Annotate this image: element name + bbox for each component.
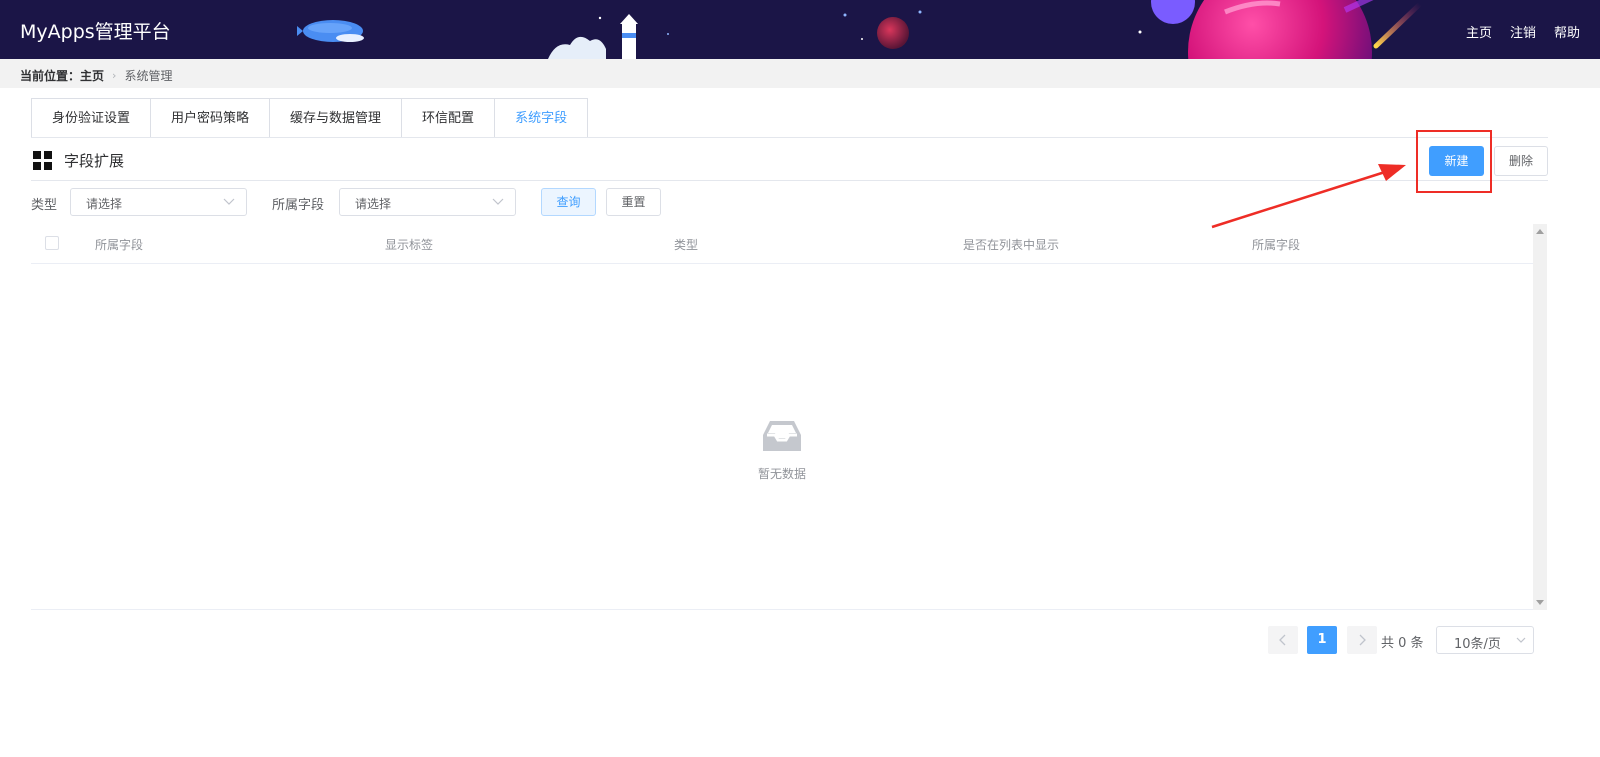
delete-button[interactable]: 删除 — [1494, 146, 1548, 176]
select-all-checkbox[interactable] — [45, 236, 59, 250]
chevron-right-icon: › — [112, 69, 117, 82]
type-filter-label: 类型 — [31, 198, 58, 213]
chevron-down-icon — [492, 198, 504, 205]
section-title: 字段扩展 — [64, 152, 125, 170]
column-header-field-2: 所属字段 — [1252, 238, 1301, 252]
prev-page-button[interactable] — [1268, 626, 1298, 654]
breadcrumb: 当前位置： 主页 › 系统管理 — [20, 67, 172, 84]
tab-password-policy[interactable]: 用户密码策略 — [150, 98, 270, 138]
nav-home-link[interactable]: 主页 — [1466, 22, 1492, 41]
chevron-down-icon — [1516, 637, 1526, 643]
page-size-value: 10条/页 — [1454, 637, 1501, 652]
section-divider — [31, 180, 1548, 181]
page-size-select[interactable]: 10条/页 — [1436, 626, 1534, 654]
column-header-field: 所属字段 — [95, 238, 144, 252]
type-select-placeholder: 请选择 — [86, 197, 123, 211]
scroll-up-arrow-icon[interactable] — [1536, 229, 1544, 234]
reset-button[interactable]: 重置 — [606, 188, 661, 216]
settings-tabs: 身份验证设置 用户密码策略 缓存与数据管理 环信配置 系统字段 — [31, 98, 589, 138]
inbox-icon — [763, 421, 801, 451]
section-header: 字段扩展 — [33, 150, 124, 171]
annotation-highlight-box — [1416, 130, 1492, 193]
column-header-type: 类型 — [674, 238, 699, 252]
tab-cache-data[interactable]: 缓存与数据管理 — [269, 98, 402, 138]
app-brand: MyApps管理平台 — [20, 21, 171, 43]
top-nav: 主页 注销 帮助 — [1466, 22, 1580, 41]
field-select-placeholder: 请选择 — [355, 197, 392, 211]
column-header-label: 显示标签 — [385, 238, 434, 252]
page-number-button[interactable]: 1 — [1307, 626, 1337, 654]
app-header: MyApps管理平台 主页 注销 帮助 — [0, 0, 1600, 59]
tab-auth-settings[interactable]: 身份验证设置 — [31, 98, 151, 138]
next-page-button[interactable] — [1347, 626, 1377, 654]
breadcrumb-home-link[interactable]: 主页 — [80, 67, 104, 84]
query-button[interactable]: 查询 — [541, 188, 596, 216]
space-banner-illustration — [297, 0, 1423, 59]
nav-help-link[interactable]: 帮助 — [1554, 22, 1580, 41]
empty-state: 暂无数据 — [31, 419, 1533, 482]
tab-easemob-config[interactable]: 环信配置 — [401, 98, 495, 138]
column-header-show-in-list: 是否在列表中显示 — [963, 238, 1060, 252]
chevron-left-icon — [1279, 634, 1286, 646]
table-scrollbar[interactable] — [1533, 224, 1547, 610]
total-count: 共 0 条 — [1381, 636, 1424, 651]
breadcrumb-bar: 当前位置： 主页 › 系统管理 — [0, 59, 1600, 88]
table-header: 所属字段 显示标签 类型 是否在列表中显示 所属字段 — [31, 224, 1533, 264]
grid-icon — [33, 151, 52, 170]
table-bottom-border — [31, 609, 1533, 610]
field-select[interactable]: 请选择 — [339, 188, 516, 216]
tabs-divider — [31, 137, 1548, 138]
breadcrumb-current: 系统管理 — [124, 69, 173, 83]
chevron-right-icon — [1359, 634, 1366, 646]
scroll-down-arrow-icon[interactable] — [1536, 600, 1544, 605]
breadcrumb-prefix: 当前位置： — [20, 69, 81, 83]
empty-text: 暂无数据 — [757, 467, 806, 481]
field-filter-label: 所属字段 — [272, 198, 325, 213]
fields-table: 所属字段 显示标签 类型 是否在列表中显示 所属字段 暂无数据 — [31, 224, 1533, 610]
chevron-down-icon — [223, 198, 235, 205]
type-select[interactable]: 请选择 — [70, 188, 247, 216]
tab-system-fields[interactable]: 系统字段 — [494, 98, 589, 138]
nav-logout-link[interactable]: 注销 — [1510, 22, 1536, 41]
